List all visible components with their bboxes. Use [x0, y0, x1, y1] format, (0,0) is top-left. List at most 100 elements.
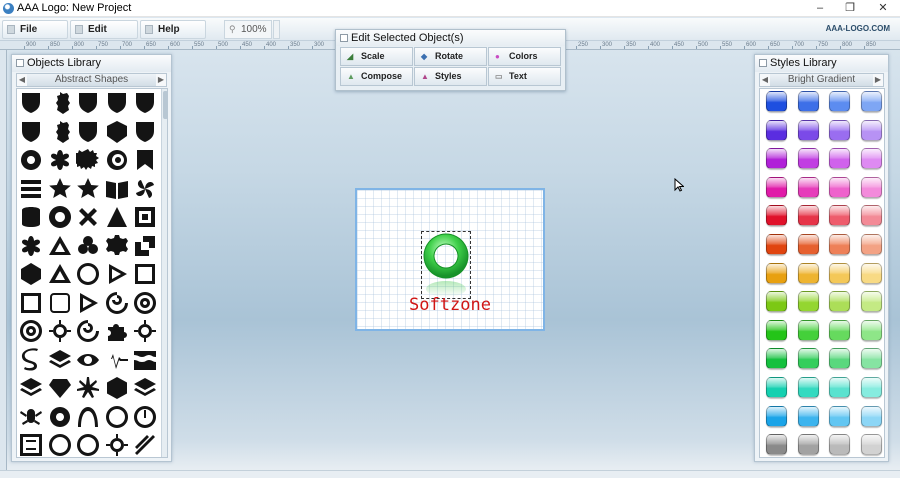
- rounded-square-icon[interactable]: [48, 291, 72, 315]
- target-icon[interactable]: [133, 291, 157, 315]
- style-swatch[interactable]: [829, 234, 850, 255]
- crosshair-icon[interactable]: [133, 319, 157, 343]
- shield-icon[interactable]: [19, 91, 43, 115]
- style-swatch[interactable]: [766, 148, 787, 170]
- style-swatch[interactable]: [829, 148, 850, 170]
- style-swatch[interactable]: [766, 405, 787, 427]
- style-swatch[interactable]: [797, 234, 819, 255]
- pulse-icon[interactable]: [105, 348, 129, 372]
- puzzle-icon[interactable]: [105, 319, 129, 343]
- shield-icon[interactable]: [19, 120, 43, 144]
- style-swatch[interactable]: [860, 405, 882, 427]
- star-icon[interactable]: [48, 177, 72, 201]
- style-swatch[interactable]: [797, 176, 819, 198]
- wave-icon[interactable]: [133, 348, 157, 372]
- objects-scrollbar[interactable]: [161, 89, 168, 457]
- badge-shield-icon[interactable]: [48, 120, 72, 144]
- objects-next-category-button[interactable]: ▶: [156, 74, 166, 86]
- style-swatch[interactable]: [829, 405, 850, 427]
- style-swatch[interactable]: [797, 434, 819, 456]
- style-swatch[interactable]: [860, 348, 882, 370]
- cube-icon[interactable]: [19, 262, 43, 286]
- circle-icon[interactable]: [76, 262, 100, 286]
- styles-button[interactable]: ▲ Styles: [414, 67, 487, 86]
- style-swatch[interactable]: [797, 348, 819, 370]
- colors-button[interactable]: ● Colors: [488, 47, 561, 66]
- s-curve-icon[interactable]: [19, 347, 43, 372]
- ring-icon[interactable]: [48, 405, 72, 429]
- pin-icon[interactable]: [340, 34, 348, 42]
- style-swatch[interactable]: [829, 434, 850, 456]
- style-swatch[interactable]: [797, 262, 819, 284]
- triangle-icon[interactable]: [48, 234, 72, 258]
- pinwheel-icon[interactable]: [133, 177, 157, 201]
- pin-icon[interactable]: [759, 59, 767, 67]
- circle-icon[interactable]: [76, 433, 100, 457]
- crosshair-icon[interactable]: [105, 433, 129, 457]
- star-icon[interactable]: [76, 177, 100, 201]
- burst-icon[interactable]: [76, 376, 100, 400]
- edit-menu[interactable]: Edit: [70, 20, 138, 39]
- dial-icon[interactable]: [133, 405, 157, 429]
- layers-icon[interactable]: [133, 376, 157, 400]
- shield-icon[interactable]: [133, 120, 157, 144]
- help-menu[interactable]: Help: [140, 20, 206, 39]
- frame-icon[interactable]: [19, 433, 43, 457]
- ring-icon[interactable]: [19, 148, 43, 172]
- file-menu[interactable]: File: [2, 20, 68, 39]
- hexagon-icon[interactable]: [105, 376, 129, 400]
- zoom-spinner[interactable]: [273, 20, 280, 39]
- shield-icon[interactable]: [76, 91, 100, 115]
- style-swatch[interactable]: [766, 119, 787, 141]
- style-swatch[interactable]: [766, 176, 787, 198]
- lines-icon[interactable]: [133, 433, 157, 457]
- circle-icon[interactable]: [105, 405, 129, 429]
- sunburst-icon[interactable]: [76, 148, 100, 172]
- styles-next-category-button[interactable]: ▶: [873, 74, 883, 86]
- badge-shield-icon[interactable]: [48, 91, 72, 115]
- rotate-button[interactable]: ◆ Rotate: [414, 47, 487, 66]
- objects-prev-category-button[interactable]: ◀: [17, 74, 27, 86]
- style-swatch[interactable]: [829, 91, 850, 112]
- style-swatch[interactable]: [860, 176, 882, 198]
- zoom-field[interactable]: ⚲ 100%: [224, 20, 272, 39]
- style-swatch[interactable]: [860, 262, 882, 284]
- play-icon[interactable]: [76, 291, 100, 315]
- eye-icon[interactable]: [76, 348, 100, 372]
- style-swatch[interactable]: [860, 234, 882, 255]
- style-swatch[interactable]: [766, 205, 787, 227]
- square-arrow-icon[interactable]: [133, 234, 157, 258]
- styles-prev-category-button[interactable]: ◀: [760, 74, 770, 86]
- gear-icon[interactable]: [105, 234, 129, 258]
- style-swatch[interactable]: [860, 205, 882, 227]
- style-swatch[interactable]: [766, 234, 787, 255]
- style-swatch[interactable]: [829, 377, 850, 398]
- style-swatch[interactable]: [797, 205, 819, 227]
- style-swatch[interactable]: [860, 148, 882, 170]
- ring-segment-icon[interactable]: [48, 205, 72, 229]
- shield-icon[interactable]: [133, 91, 157, 115]
- style-swatch[interactable]: [797, 405, 819, 427]
- style-swatch[interactable]: [860, 434, 882, 456]
- database-icon[interactable]: [19, 205, 43, 229]
- target-icon[interactable]: [19, 319, 43, 343]
- layers-icon[interactable]: [48, 348, 72, 372]
- style-swatch[interactable]: [797, 91, 819, 112]
- style-swatch[interactable]: [829, 291, 850, 313]
- style-swatch[interactable]: [829, 205, 850, 227]
- square-icon[interactable]: [133, 262, 157, 286]
- style-swatch[interactable]: [829, 119, 850, 141]
- style-swatch[interactable]: [797, 377, 819, 398]
- stack-icon[interactable]: [19, 177, 43, 201]
- style-swatch[interactable]: [766, 434, 787, 456]
- style-swatch[interactable]: [829, 319, 850, 341]
- style-swatch[interactable]: [860, 377, 882, 398]
- diamond-icon[interactable]: [48, 376, 72, 400]
- style-swatch[interactable]: [829, 176, 850, 198]
- brand-link[interactable]: AAA-LOGO.COM: [826, 24, 890, 33]
- style-swatch[interactable]: [829, 262, 850, 284]
- book-icon[interactable]: [105, 177, 129, 201]
- style-swatch[interactable]: [797, 119, 819, 141]
- style-swatch[interactable]: [766, 91, 787, 112]
- style-swatch[interactable]: [829, 348, 850, 370]
